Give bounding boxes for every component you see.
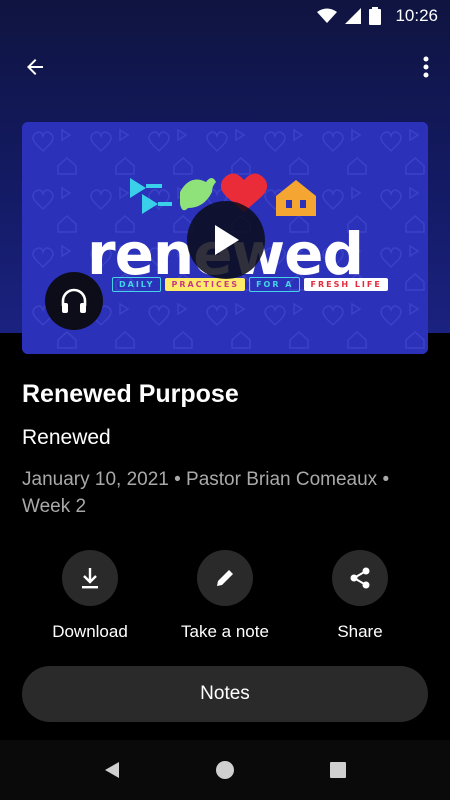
share-circle (332, 550, 388, 606)
nav-home-button[interactable] (213, 758, 237, 782)
pencil-icon (217, 570, 233, 586)
nav-back-button[interactable] (100, 758, 124, 782)
battery-icon (369, 7, 382, 25)
download-icon (82, 568, 98, 589)
back-button[interactable] (18, 50, 52, 84)
share-icon (350, 567, 370, 589)
back-arrow-icon (27, 59, 43, 75)
download-button[interactable]: Download (25, 550, 155, 642)
nav-recents-icon (330, 762, 346, 778)
status-time: 10:26 (395, 6, 438, 25)
system-nav-bar (0, 740, 450, 800)
audio-button[interactable] (45, 272, 103, 330)
more-vert-icon (423, 56, 429, 78)
share-button[interactable]: Share (295, 550, 425, 642)
play-button[interactable] (187, 201, 265, 279)
download-circle (62, 550, 118, 606)
download-label: Download (52, 622, 128, 641)
artwork-tagline: DAILY PRACTICES FOR A FRESH LIFE (112, 276, 388, 292)
episode-title: Renewed Purpose (22, 380, 239, 408)
tagline-word: PRACTICES (165, 277, 246, 291)
share-label: Share (337, 622, 383, 641)
note-circle (197, 550, 253, 606)
top-app-bar (0, 40, 450, 92)
nav-home-icon (216, 761, 234, 779)
action-row: Download Take a note Share (0, 550, 450, 650)
nav-recents-button[interactable] (326, 758, 350, 782)
headphones-icon (61, 288, 87, 313)
more-options-button[interactable] (414, 50, 438, 84)
notes-button[interactable]: Notes (22, 666, 428, 722)
tagline-word: DAILY (112, 276, 162, 292)
series-name: Renewed (22, 426, 111, 449)
episode-artwork: renewed DAILY PRACTICES FOR A FRESH LIFE (22, 122, 428, 354)
nav-back-icon (105, 762, 119, 778)
tagline-word: FOR A (249, 276, 301, 292)
wifi-icon (317, 8, 338, 23)
signal-icon (345, 8, 362, 24)
status-bar: 10:26 (0, 0, 450, 32)
take-note-button[interactable]: Take a note (160, 550, 290, 642)
tagline-word: FRESH LIFE (304, 277, 388, 291)
take-note-label: Take a note (181, 622, 269, 641)
play-icon (215, 225, 239, 255)
episode-meta: January 10, 2021 • Pastor Brian Comeaux … (22, 469, 390, 517)
